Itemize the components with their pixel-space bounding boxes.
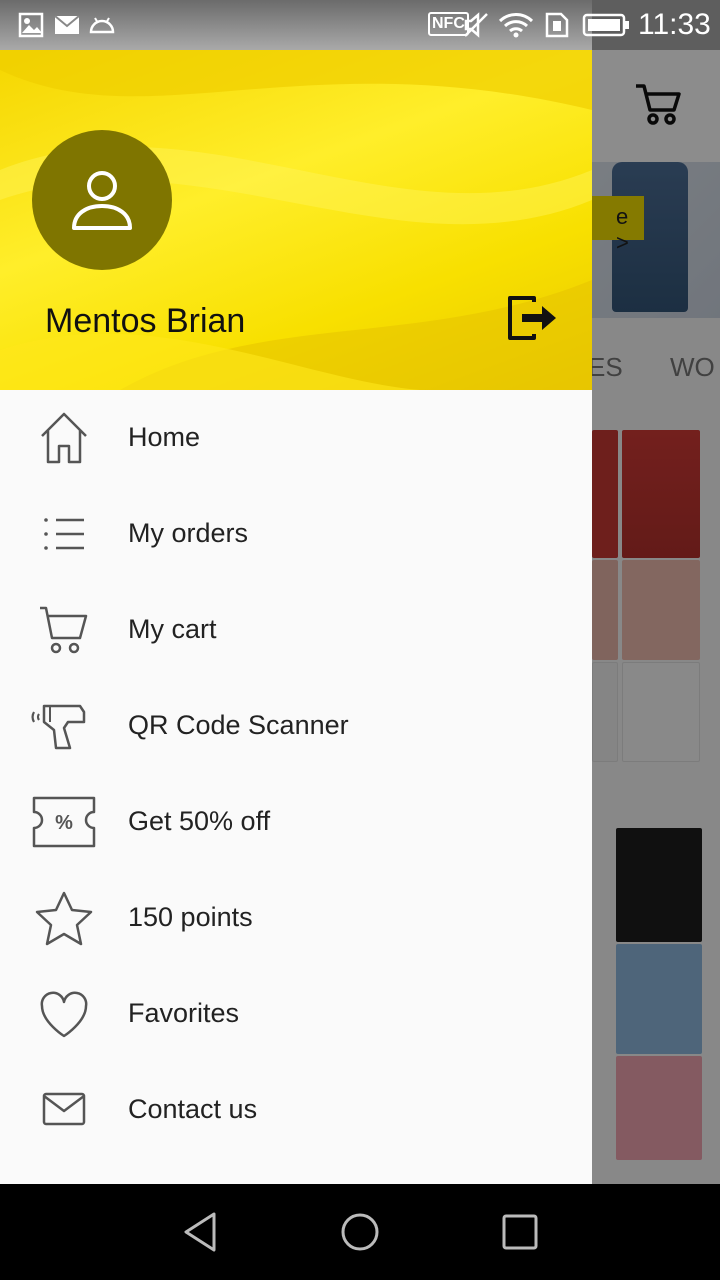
drawer-header: Mentos Brian bbox=[0, 50, 592, 390]
home-icon bbox=[41, 412, 87, 464]
menu-item-qr-scanner[interactable]: QR Code Scanner bbox=[0, 678, 592, 774]
navigation-drawer: Mentos Brian Home My orders My cart QR C… bbox=[0, 50, 592, 1184]
menu-item-label: Favorites bbox=[128, 998, 240, 1028]
menu-item-label: Home bbox=[128, 422, 201, 452]
sim-icon bbox=[545, 12, 569, 38]
menu-item-label: 150 points bbox=[128, 902, 253, 932]
menu-item-label: Contact us bbox=[128, 1094, 258, 1124]
cart-icon bbox=[40, 606, 88, 654]
battery-icon bbox=[582, 13, 629, 37]
heart-icon bbox=[40, 991, 88, 1038]
menu-item-my-cart[interactable]: My cart bbox=[0, 582, 592, 678]
system-nav-bar bbox=[0, 1184, 720, 1280]
status-time: 11:33 bbox=[638, 8, 711, 41]
mail-icon bbox=[42, 1092, 86, 1126]
user-icon bbox=[72, 171, 132, 230]
wifi-icon bbox=[498, 13, 534, 38]
star-icon bbox=[35, 891, 93, 946]
menu-item-my-orders[interactable]: My orders bbox=[0, 486, 592, 582]
mail-icon bbox=[54, 15, 80, 34]
mute-icon bbox=[464, 12, 488, 38]
menu-item-discount[interactable]: % Get 50% off bbox=[0, 774, 592, 870]
menu-item-label: My cart bbox=[128, 614, 217, 644]
logout-icon[interactable] bbox=[504, 294, 560, 342]
menu-item-home[interactable]: Home bbox=[0, 390, 592, 486]
back-icon[interactable] bbox=[176, 1208, 224, 1256]
menu-item-label: My orders bbox=[128, 518, 249, 548]
menu-item-label: QR Code Scanner bbox=[128, 710, 349, 740]
user-name: Mentos Brian bbox=[45, 302, 246, 340]
menu-item-contact-us[interactable]: Contact us bbox=[0, 1062, 592, 1158]
avatar[interactable] bbox=[32, 130, 172, 270]
status-bar: NFC 11:33 bbox=[0, 0, 720, 50]
menu-item-points[interactable]: 150 points bbox=[0, 870, 592, 966]
menu-item-favorites[interactable]: Favorites bbox=[0, 966, 592, 1062]
list-icon bbox=[44, 518, 84, 550]
gallery-icon bbox=[18, 12, 44, 38]
coupon-icon: % bbox=[32, 796, 96, 848]
menu-item-label: Get 50% off bbox=[128, 806, 271, 836]
android-icon bbox=[89, 17, 115, 34]
recents-icon[interactable] bbox=[496, 1208, 544, 1256]
svg-text:%: % bbox=[55, 812, 73, 834]
scanner-icon bbox=[31, 704, 86, 750]
home-circle-icon[interactable] bbox=[336, 1208, 384, 1256]
